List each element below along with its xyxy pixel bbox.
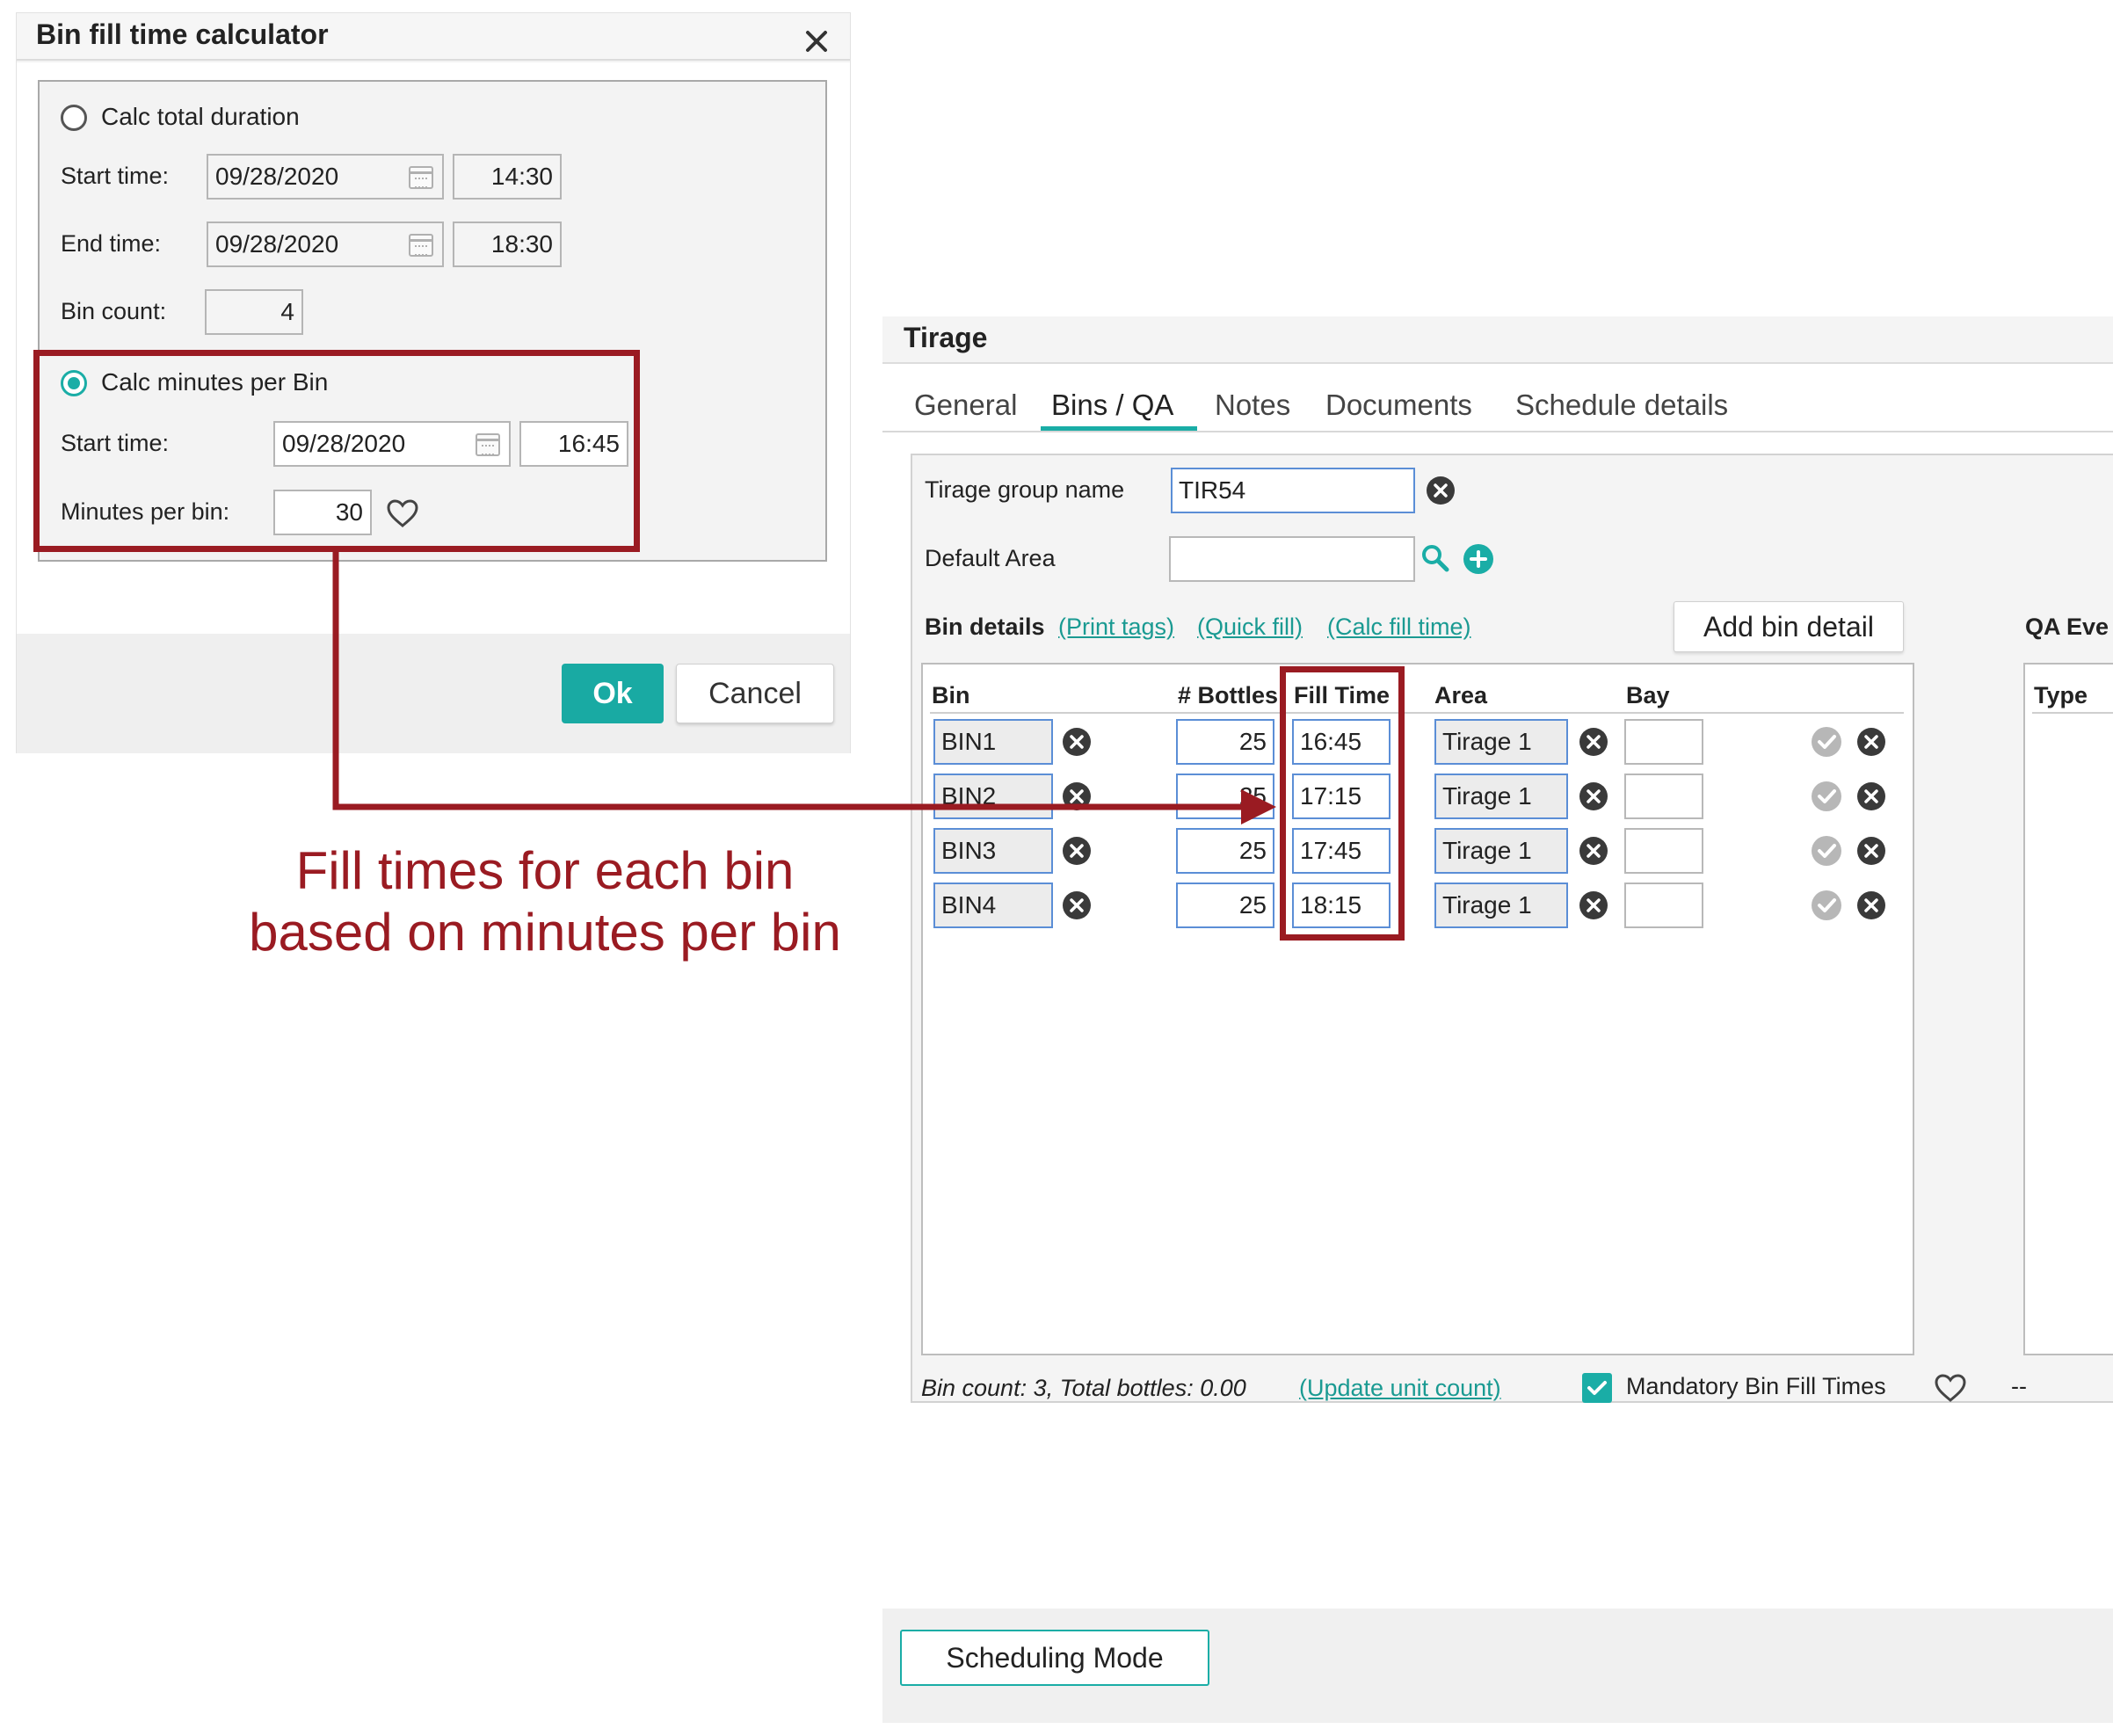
add-bin-detail-button[interactable]: Add bin detail bbox=[1674, 601, 1904, 652]
dialog-header: Bin fill time calculator bbox=[17, 13, 850, 61]
clear-icon[interactable] bbox=[1062, 890, 1092, 920]
tab-notes[interactable]: Notes bbox=[1215, 389, 1290, 422]
bin-count-input[interactable]: 4 bbox=[205, 289, 303, 335]
default-area-input[interactable] bbox=[1169, 536, 1415, 582]
column-header-bay: Bay bbox=[1626, 682, 1670, 708]
search-icon[interactable] bbox=[1420, 543, 1450, 573]
bottles-input[interactable]: 25 bbox=[1176, 883, 1274, 928]
update-unit-count-link[interactable]: (Update unit count) bbox=[1299, 1375, 1501, 1402]
bottles-input[interactable]: 25 bbox=[1176, 828, 1274, 874]
clear-icon[interactable] bbox=[1579, 781, 1608, 811]
end-time-input[interactable]: 18:30 bbox=[453, 222, 562, 267]
end-time-label: End time: bbox=[61, 230, 162, 257]
area-input[interactable]: Tirage 1 bbox=[1434, 774, 1568, 819]
bay-input[interactable] bbox=[1624, 774, 1703, 819]
tab-documents[interactable]: Documents bbox=[1325, 389, 1472, 422]
qa-events-table: Type bbox=[2023, 663, 2113, 1355]
mandatory-fill-times-checkbox[interactable] bbox=[1582, 1373, 1612, 1403]
default-area-label: Default Area bbox=[925, 545, 1056, 571]
add-circle-icon[interactable] bbox=[1463, 543, 1494, 575]
bay-input[interactable] bbox=[1624, 719, 1703, 765]
bin-name-input[interactable]: BIN4 bbox=[933, 883, 1053, 928]
qa-events-label: QA Eve bbox=[2025, 614, 2109, 640]
delete-row-icon[interactable] bbox=[1856, 836, 1886, 866]
checkmark-icon[interactable] bbox=[1811, 781, 1842, 812]
dash-text: -- bbox=[2011, 1373, 2027, 1399]
checkmark-icon bbox=[1587, 1381, 1607, 1395]
bay-input[interactable] bbox=[1624, 828, 1703, 874]
tab-divider bbox=[882, 431, 2113, 432]
bin-name-input[interactable]: BIN3 bbox=[933, 828, 1053, 874]
column-header-type: Type bbox=[2034, 682, 2088, 708]
calc-fill-time-link[interactable]: (Calc fill time) bbox=[1327, 614, 1471, 641]
bin-details-table: Bin # Bottles Fill Time Area Bay BIN1 25… bbox=[921, 663, 1914, 1355]
checkmark-icon[interactable] bbox=[1811, 890, 1842, 921]
annotation-text: Fill times for each bin based on minutes… bbox=[158, 840, 932, 963]
tab-bins-qa[interactable]: Bins / QA bbox=[1051, 389, 1173, 422]
quick-fill-link[interactable]: (Quick fill) bbox=[1197, 614, 1303, 641]
bin-name-input[interactable]: BIN2 bbox=[933, 774, 1053, 819]
scheduling-mode-button[interactable]: Scheduling Mode bbox=[900, 1630, 1209, 1686]
cancel-button[interactable]: Cancel bbox=[676, 664, 834, 723]
minutes-highlight-box bbox=[33, 350, 640, 552]
column-header-bottles: # Bottles bbox=[1178, 682, 1279, 708]
calc-total-radio[interactable] bbox=[61, 105, 87, 131]
start-time-input[interactable]: 14:30 bbox=[453, 154, 562, 200]
bottles-input[interactable]: 25 bbox=[1176, 774, 1274, 819]
clear-icon[interactable] bbox=[1579, 890, 1608, 920]
tirage-panel: Tirage General Bins / QA Notes Documents… bbox=[882, 316, 2113, 1723]
group-name-label: Tirage group name bbox=[925, 476, 1125, 503]
area-input[interactable]: Tirage 1 bbox=[1434, 883, 1568, 928]
clear-icon[interactable] bbox=[1426, 476, 1456, 505]
ok-button[interactable]: Ok bbox=[562, 664, 664, 723]
column-header-area: Area bbox=[1434, 682, 1488, 708]
calc-total-label: Calc total duration bbox=[101, 103, 300, 130]
group-name-input[interactable]: TIR54 bbox=[1171, 468, 1415, 513]
close-icon[interactable] bbox=[799, 24, 834, 59]
heart-icon[interactable] bbox=[1934, 1373, 1967, 1403]
clear-icon[interactable] bbox=[1062, 781, 1092, 811]
clear-icon[interactable] bbox=[1579, 727, 1608, 757]
delete-row-icon[interactable] bbox=[1856, 890, 1886, 920]
calendar-icon[interactable] bbox=[409, 166, 433, 189]
delete-row-icon[interactable] bbox=[1856, 781, 1886, 811]
mandatory-fill-times-label: Mandatory Bin Fill Times bbox=[1626, 1373, 1886, 1399]
area-input[interactable]: Tirage 1 bbox=[1434, 719, 1568, 765]
table-header-divider bbox=[2032, 712, 2113, 714]
table-row: BIN2 25 17:15 Tirage 1 bbox=[923, 770, 1913, 824]
print-tags-link[interactable]: (Print tags) bbox=[1058, 614, 1174, 641]
bottles-input[interactable]: 25 bbox=[1176, 719, 1274, 765]
clear-icon[interactable] bbox=[1062, 727, 1092, 757]
tab-general[interactable]: General bbox=[914, 389, 1017, 422]
clear-icon[interactable] bbox=[1579, 836, 1608, 866]
annotation-line-1: Fill times for each bin bbox=[295, 841, 795, 900]
annotation-line-2: based on minutes per bin bbox=[249, 903, 841, 962]
table-row: BIN4 25 18:15 Tirage 1 bbox=[923, 879, 1913, 933]
clear-icon[interactable] bbox=[1062, 836, 1092, 866]
checkmark-icon[interactable] bbox=[1811, 726, 1842, 758]
checkmark-icon[interactable] bbox=[1811, 835, 1842, 867]
column-header-bin: Bin bbox=[932, 682, 970, 708]
dialog-title: Bin fill time calculator bbox=[36, 18, 329, 50]
bin-count-label: Bin count: bbox=[61, 298, 167, 324]
tirage-title: Tirage bbox=[904, 322, 988, 353]
delete-row-icon[interactable] bbox=[1856, 727, 1886, 757]
bay-input[interactable] bbox=[1624, 883, 1703, 928]
tab-schedule-details[interactable]: Schedule details bbox=[1515, 389, 1728, 422]
bin-details-label: Bin details bbox=[925, 614, 1045, 640]
tirage-header: Tirage bbox=[882, 316, 2113, 364]
table-row: BIN3 25 17:45 Tirage 1 bbox=[923, 824, 1913, 879]
table-row: BIN1 25 16:45 Tirage 1 bbox=[923, 715, 1913, 770]
start-time-label: Start time: bbox=[61, 163, 170, 189]
fill-time-highlight-box bbox=[1280, 666, 1405, 941]
calendar-icon[interactable] bbox=[409, 234, 433, 257]
bin-name-input[interactable]: BIN1 bbox=[933, 719, 1053, 765]
area-input[interactable]: Tirage 1 bbox=[1434, 828, 1568, 874]
bin-summary-text: Bin count: 3, Total bottles: 0.00 bbox=[921, 1375, 1246, 1401]
table-header-divider bbox=[930, 712, 1904, 714]
